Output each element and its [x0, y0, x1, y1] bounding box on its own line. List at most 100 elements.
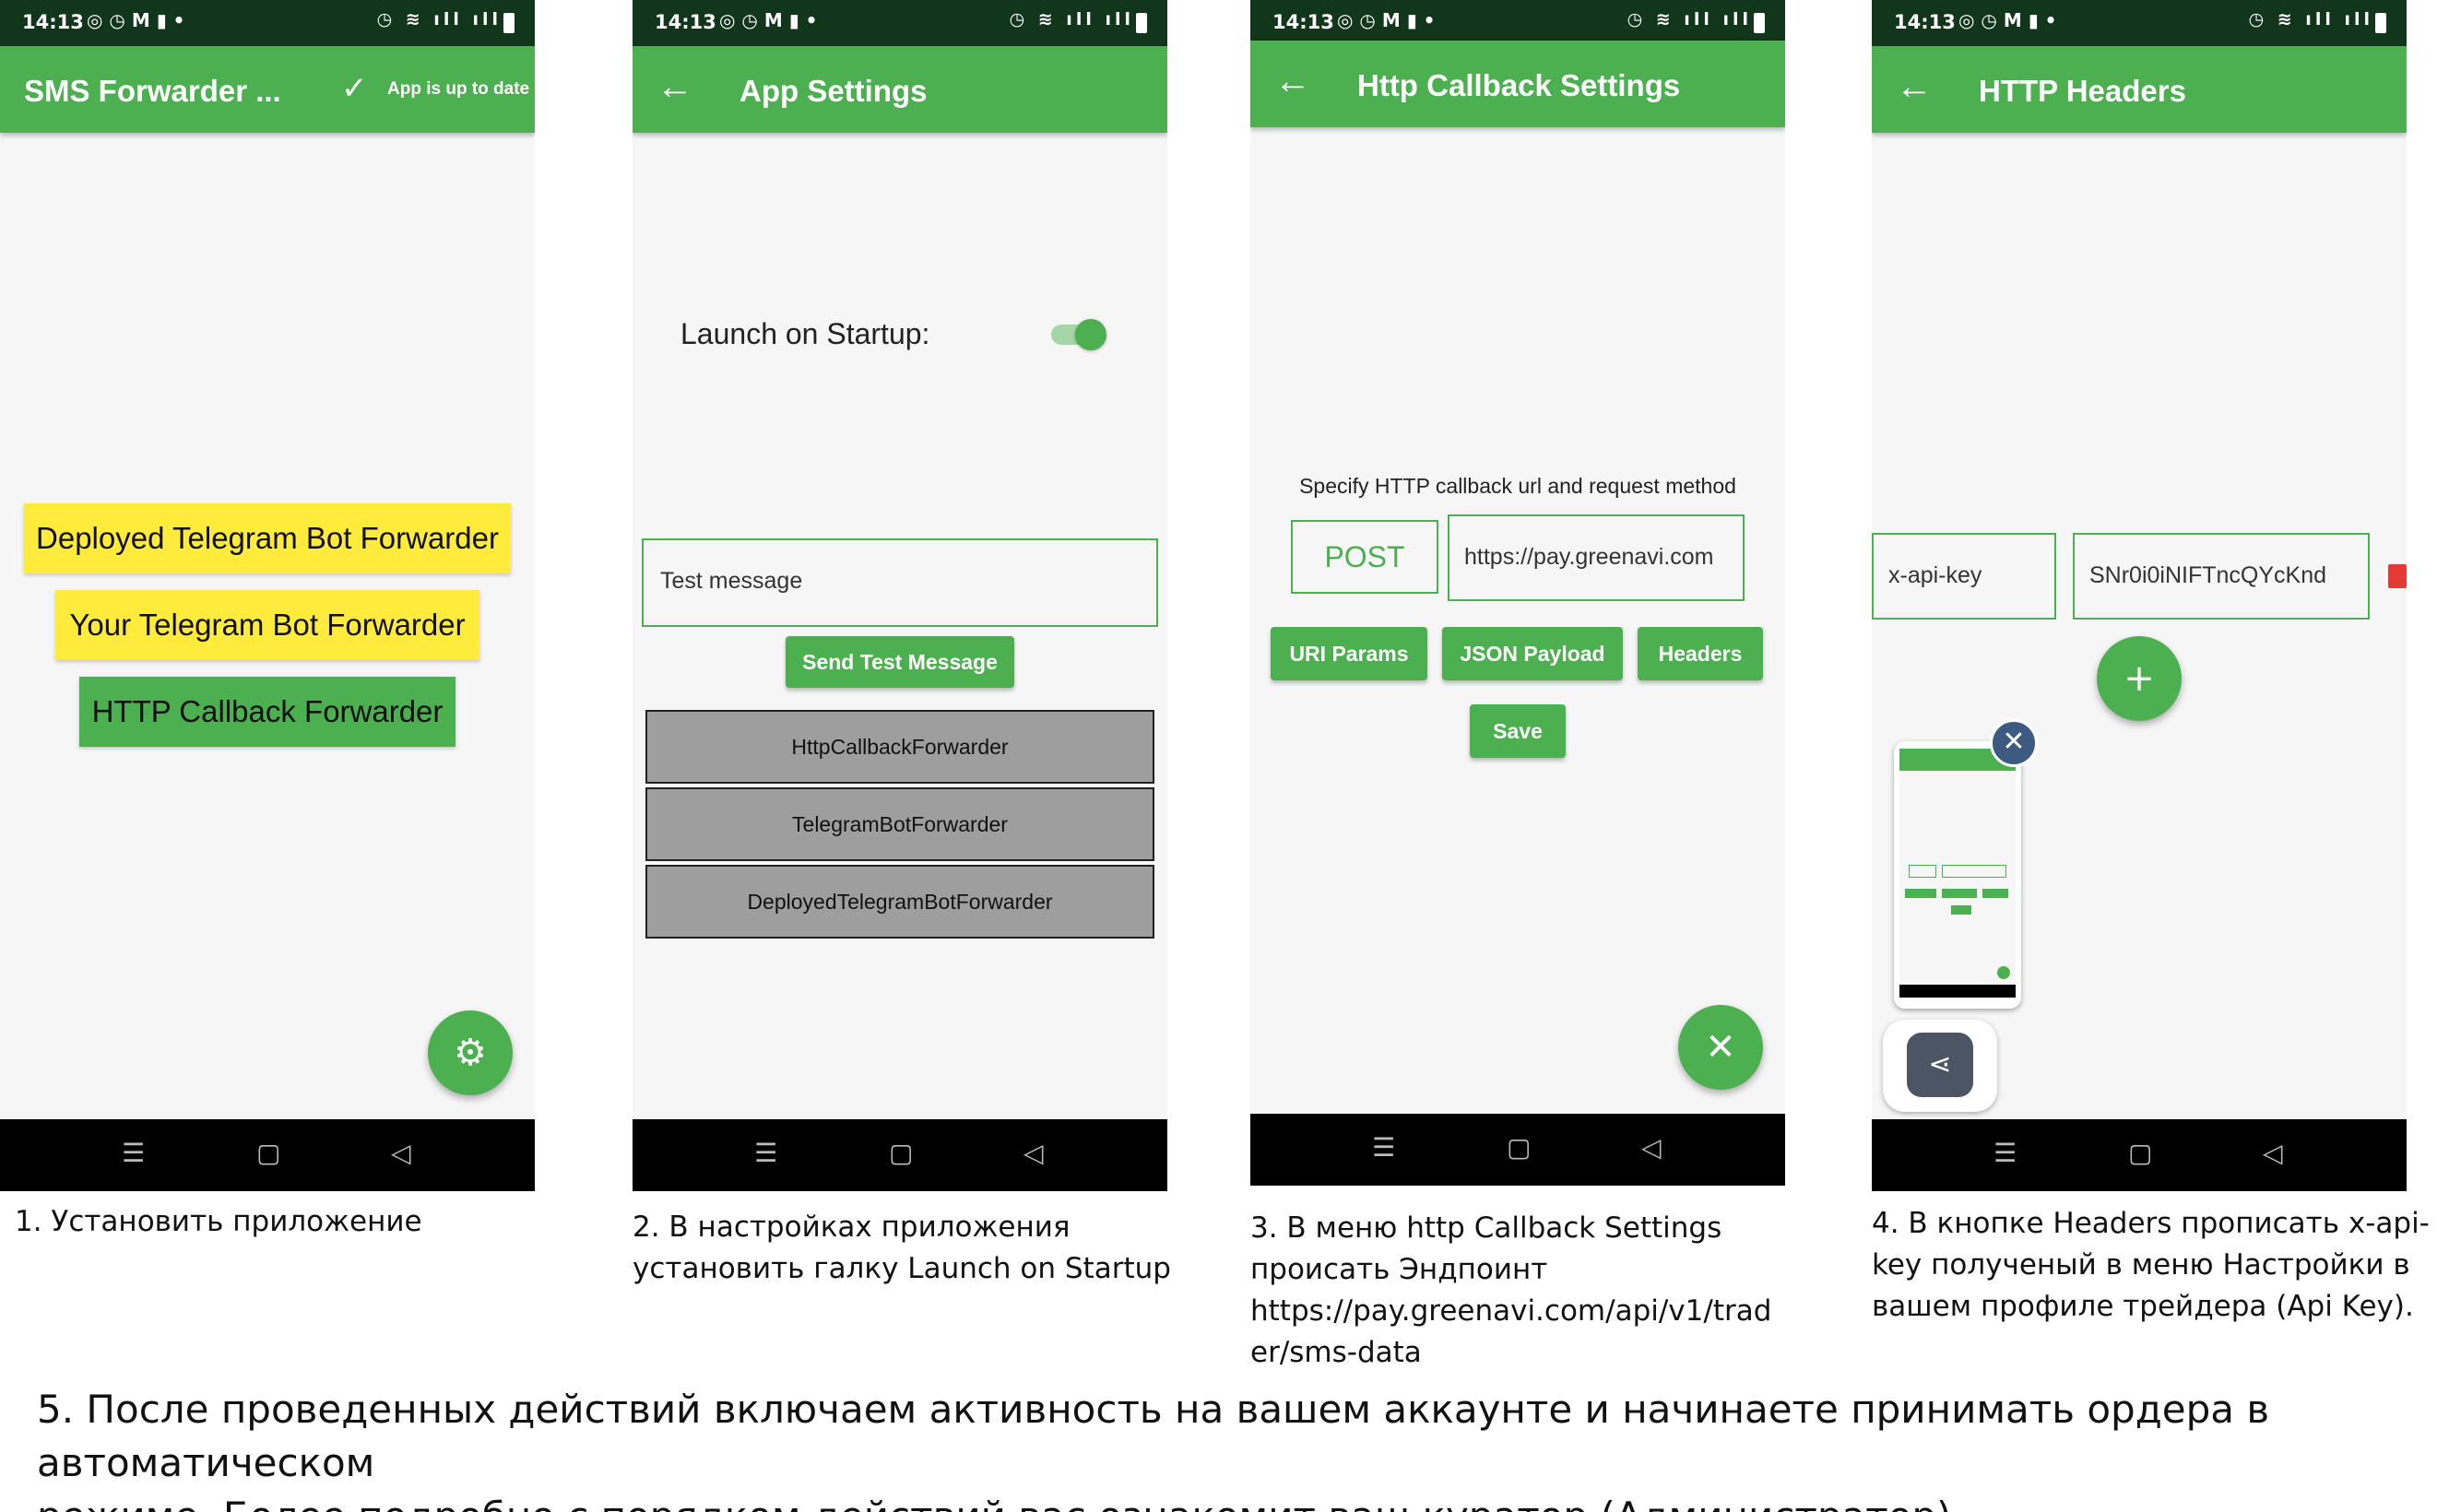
screen-title: App Settings	[739, 74, 928, 108]
screen-http-callback-settings: 14:13 ◎ ◷ M ▮ • ◷ ≋ ıll ıll ← Http Callb…	[1250, 0, 1785, 1186]
header-key-input[interactable]: x-api-key	[1872, 533, 2056, 620]
thumbnail-navbar	[1899, 985, 2016, 998]
caption-line: er/sms-data	[1250, 1336, 1422, 1369]
nav-bar: ☰ ▢ ◁	[633, 1119, 1167, 1191]
caption-step-1: 1. Установить приложение	[15, 1201, 422, 1243]
caption-step-2: 2. В настройках приложения установить га…	[633, 1207, 1171, 1290]
status-bar: 14:13 ◎ ◷ M ▮ • ◷ ≋ ıll ıll	[1872, 0, 2407, 46]
headers-button[interactable]: Headers	[1638, 627, 1763, 680]
settings-button[interactable]: ⚙	[428, 1010, 513, 1095]
status-bar: 14:13 ◎ ◷ M ▮ • ◷ ≋ ıll ıll	[0, 0, 535, 46]
test-message-value: Test message	[660, 568, 803, 594]
home-nav-icon[interactable]: ▢	[2128, 1138, 2152, 1168]
your-telegram-bot-forwarder-button[interactable]: Your Telegram Bot Forwarder	[55, 590, 479, 660]
caption-line: установить галку Launch on Startup	[633, 1252, 1171, 1285]
caption-line: вашем профиле трейдера (Api Key).	[1872, 1290, 2414, 1323]
share-icon: ⋖	[1928, 1048, 1952, 1081]
screen-main: 14:13 ◎ ◷ M ▮ • ◷ ≋ ıll ıll SMS Forwarde…	[0, 0, 535, 1191]
screen-title: Http Callback Settings	[1357, 68, 1681, 102]
launch-on-startup-label: Launch on Startup:	[680, 317, 930, 350]
gear-icon: ⚙	[454, 1032, 487, 1074]
nav-bar: ☰ ▢ ◁	[1250, 1114, 1785, 1186]
menu-nav-icon[interactable]: ☰	[754, 1138, 777, 1168]
header-value-input[interactable]: SNr0i0iNIFTncQYcKnd	[2073, 533, 2370, 620]
method-select[interactable]: POST	[1291, 520, 1438, 594]
menu-nav-icon[interactable]: ☰	[1372, 1132, 1395, 1163]
menu-nav-icon[interactable]: ☰	[122, 1138, 145, 1168]
share-card: ⋖	[1883, 1020, 1997, 1112]
thumbnail-fab	[1997, 966, 2010, 979]
json-payload-button[interactable]: JSON Payload	[1442, 627, 1623, 680]
battery-icon	[503, 13, 515, 33]
system-icons: ◷ ≋ ıll ıll	[2248, 9, 2373, 30]
screenshot-thumbnail[interactable]	[1894, 741, 2021, 1009]
caption-line: 4. В кнопке Headers прописать x-api-	[1872, 1207, 2430, 1240]
system-icons: ◷ ≋ ıll ıll	[1627, 9, 1752, 30]
http-callback-forwarder-button[interactable]: HTTP Callback Forwarder	[79, 677, 455, 747]
back-nav-icon[interactable]: ◁	[2263, 1138, 2283, 1168]
thumbnail-button	[1942, 889, 1977, 898]
thumbnail-button	[1982, 889, 2008, 898]
check-icon: ✓	[341, 71, 368, 106]
back-nav-icon[interactable]: ◁	[1023, 1138, 1044, 1168]
save-button[interactable]: Save	[1470, 704, 1566, 758]
app-bar: SMS Forwarder ... ✓ App is up to date	[0, 46, 535, 133]
step-5-instructions: 5. После проведенных действий включаем а…	[37, 1383, 2434, 1512]
thumbnail-button	[1951, 905, 1971, 915]
nav-bar: ☰ ▢ ◁	[1872, 1119, 2407, 1191]
close-icon: ✕	[2002, 726, 2026, 758]
share-button[interactable]: ⋖	[1907, 1033, 1973, 1097]
system-icons: ◷ ≋ ıll ıll	[376, 9, 502, 30]
callback-url-input[interactable]: https://pay.greenavi.com	[1448, 514, 1745, 601]
header-key-value: x-api-key	[1888, 562, 1982, 588]
back-arrow-icon[interactable]: ←	[657, 68, 693, 105]
test-message-input[interactable]: Test message	[642, 538, 1158, 627]
deployed-telegram-bot-forwarder-item[interactable]: DeployedTelegramBotForwarder	[645, 865, 1154, 939]
back-arrow-icon[interactable]: ←	[1274, 63, 1311, 100]
battery-icon	[1754, 13, 1765, 33]
back-arrow-icon[interactable]: ←	[1896, 68, 1933, 105]
thumbnail-content	[1899, 771, 2016, 985]
dismiss-thumbnail-button[interactable]: ✕	[1990, 719, 2038, 767]
thumbnail-button	[1905, 889, 1936, 898]
battery-icon	[1136, 13, 1147, 33]
notification-icons: ◎ ◷ M ▮ •	[87, 9, 185, 31]
launch-on-startup-toggle[interactable]	[1051, 319, 1106, 350]
battery-icon	[2375, 13, 2386, 33]
back-nav-icon[interactable]: ◁	[391, 1138, 411, 1168]
deployed-telegram-bot-forwarder-button[interactable]: Deployed Telegram Bot Forwarder	[24, 503, 511, 573]
screen-http-headers: 14:13 ◎ ◷ M ▮ • ◷ ≋ ıll ıll ← HTTP Heade…	[1872, 0, 2407, 1191]
notification-icons: ◎ ◷ M ▮ •	[719, 9, 818, 31]
telegram-bot-forwarder-item[interactable]: TelegramBotForwarder	[645, 787, 1154, 861]
home-nav-icon[interactable]: ▢	[889, 1138, 913, 1168]
caption-step-3: 3. В меню http Callback Settings происат…	[1250, 1208, 1771, 1374]
status-time: 14:13	[22, 11, 84, 33]
notification-icons: ◎ ◷ M ▮ •	[1337, 9, 1436, 31]
back-nav-icon[interactable]: ◁	[1641, 1132, 1662, 1163]
close-icon: ✕	[1705, 1026, 1736, 1069]
plus-icon: +	[2124, 657, 2155, 700]
menu-nav-icon[interactable]: ☰	[1994, 1138, 2017, 1168]
close-button[interactable]: ✕	[1678, 1005, 1763, 1090]
caption-line: 1. Установить приложение	[15, 1205, 422, 1238]
http-callback-forwarder-item[interactable]: HttpCallbackForwarder	[645, 710, 1154, 784]
send-test-message-button[interactable]: Send Test Message	[786, 636, 1014, 688]
caption-line: происать Эндпоинт	[1250, 1253, 1548, 1286]
thumbnail-field	[1909, 865, 1936, 878]
status-time: 14:13	[655, 11, 716, 33]
home-nav-icon[interactable]: ▢	[256, 1138, 280, 1168]
thumbnail-field	[1942, 865, 2006, 878]
delete-icon[interactable]	[2388, 564, 2407, 588]
home-nav-icon[interactable]: ▢	[1507, 1132, 1531, 1163]
uri-params-button[interactable]: URI Params	[1271, 627, 1427, 680]
footer-line: режиме. Более подробно с порядком действ…	[37, 1490, 2434, 1512]
caption-step-4: 4. В кнопке Headers прописать x-api- key…	[1872, 1203, 2430, 1328]
nav-bar: ☰ ▢ ◁	[0, 1119, 535, 1191]
app-bar: ← App Settings	[633, 46, 1167, 133]
app-bar: ← HTTP Headers	[1872, 46, 2407, 133]
update-status: App is up to date	[387, 79, 530, 99]
status-bar: 14:13 ◎ ◷ M ▮ • ◷ ≋ ıll ıll	[633, 0, 1167, 46]
app-title: SMS Forwarder ...	[24, 74, 281, 108]
add-header-button[interactable]: +	[2097, 636, 2182, 721]
status-time: 14:13	[1272, 11, 1334, 33]
